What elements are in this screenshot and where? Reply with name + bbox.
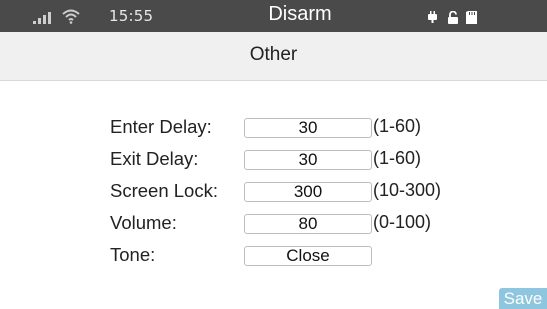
screen-lock-range: (10-300) <box>373 180 442 200</box>
title-bar: Other <box>0 32 547 81</box>
settings-row-tone: Tone: Close <box>0 242 547 268</box>
enter-delay-range: (1-60) <box>373 116 422 136</box>
volume-range: (0-100) <box>373 212 432 232</box>
unlocked-padlock-icon <box>448 11 458 24</box>
settings-row-enter-delay: Enter Delay: 30 (1-60) <box>0 114 547 140</box>
exit-delay-input[interactable]: 30 <box>244 150 372 170</box>
page-title: Other <box>249 44 298 65</box>
volume-label: Volume: <box>110 212 177 233</box>
screen-lock-input[interactable]: 300 <box>244 182 372 202</box>
status-bar: 15:55 Disarm <box>0 0 547 32</box>
sd-card-icon <box>466 11 477 24</box>
settings-row-volume: Volume: 80 (0-100) <box>0 210 547 236</box>
exit-delay-range: (1-60) <box>373 148 422 168</box>
arm-mode-label: Disarm <box>268 3 332 25</box>
status-time: 15:55 <box>109 7 154 25</box>
enter-delay-label: Enter Delay: <box>110 116 212 137</box>
settings-row-exit-delay: Exit Delay: 30 (1-60) <box>0 146 547 172</box>
settings-row-screen-lock: Screen Lock: 300 (10-300) <box>0 178 547 204</box>
volume-input[interactable]: 80 <box>244 214 372 234</box>
settings-panel: Enter Delay: 30 (1-60) Exit Delay: 30 (1… <box>0 81 547 309</box>
power-plug-icon <box>428 11 437 23</box>
signal-icon <box>33 12 51 24</box>
save-button[interactable]: Save <box>499 288 547 309</box>
wifi-icon <box>62 9 80 24</box>
screen-lock-label: Screen Lock: <box>110 180 218 201</box>
enter-delay-input[interactable]: 30 <box>244 118 372 138</box>
exit-delay-label: Exit Delay: <box>110 148 199 169</box>
tone-label: Tone: <box>110 244 156 265</box>
tone-select[interactable]: Close <box>244 246 372 266</box>
